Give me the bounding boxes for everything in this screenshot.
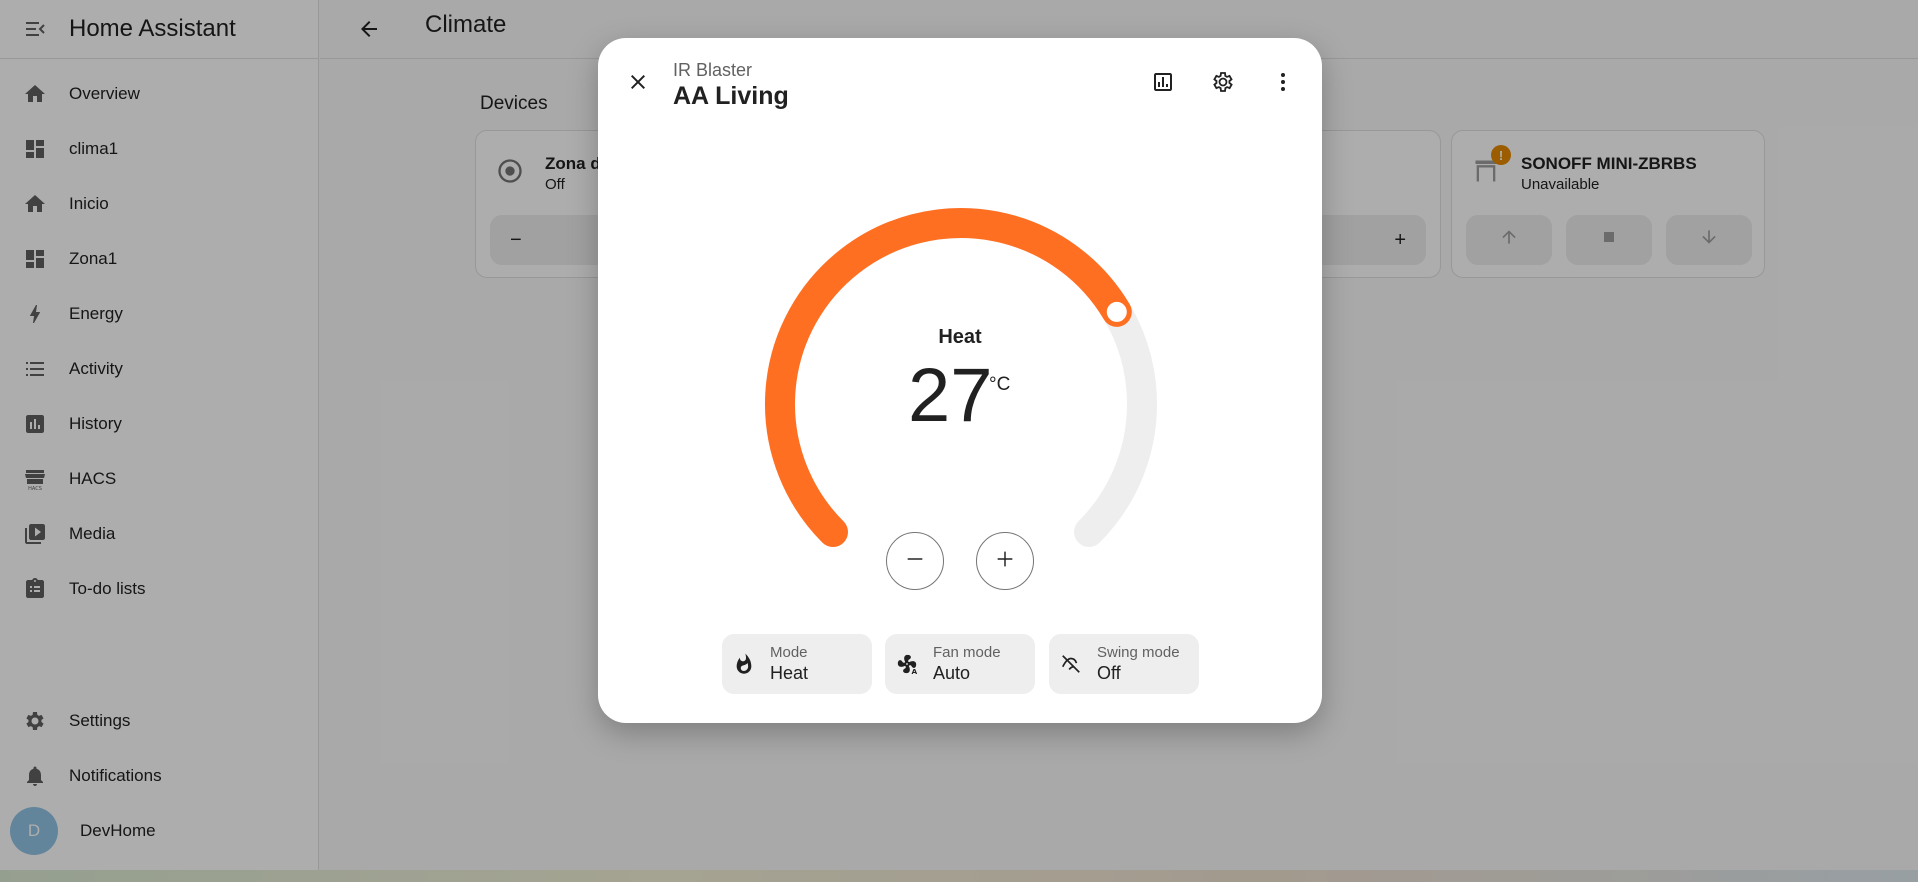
mode-selector[interactable]: Mode Heat	[722, 634, 872, 694]
chip-value: Heat	[770, 663, 809, 683]
gauge-handle[interactable]	[1102, 297, 1131, 326]
decrease-temperature-button[interactable]	[886, 532, 944, 590]
target-temperature: 27	[908, 353, 993, 438]
chip-key: Fan mode	[933, 644, 1001, 661]
chip-value: Off	[1097, 663, 1121, 683]
hvac-mode-label: Heat	[938, 326, 982, 348]
svg-text:A: A	[911, 667, 917, 675]
fan-mode-selector[interactable]: A Fan mode Auto	[885, 634, 1035, 694]
minus-icon	[904, 548, 926, 575]
plus-icon	[994, 548, 1016, 575]
fire-icon	[732, 652, 756, 676]
increase-temperature-button[interactable]	[976, 532, 1034, 590]
temperature-unit: °C	[989, 374, 1011, 395]
swing-off-icon	[1059, 652, 1083, 676]
chip-value: Auto	[933, 663, 971, 683]
swing-mode-selector[interactable]: Swing mode Off	[1049, 634, 1199, 694]
chip-key: Swing mode	[1097, 644, 1180, 661]
chip-key: Mode	[770, 644, 808, 661]
more-info-dialog: IR Blaster AA Living Heat 27 °C Mode Hea…	[598, 38, 1322, 723]
fan-auto-icon: A	[895, 652, 919, 676]
